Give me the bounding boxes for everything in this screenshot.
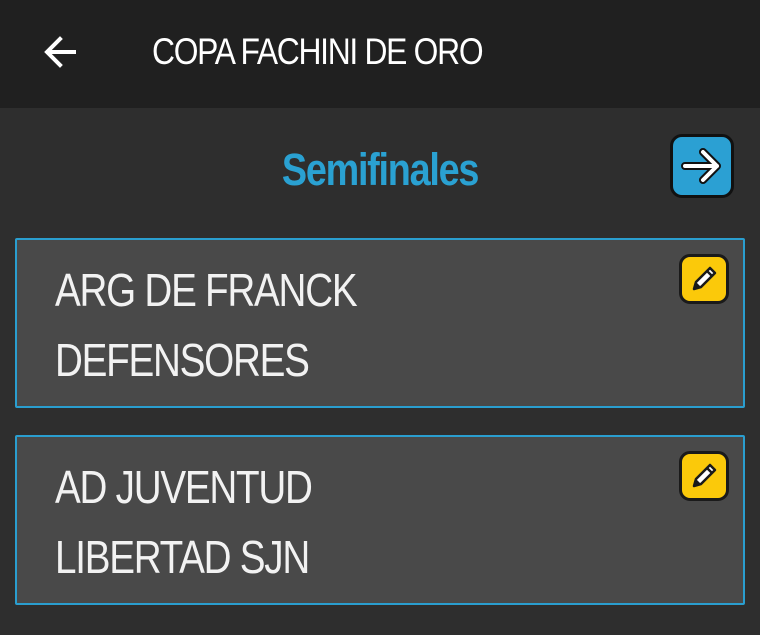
match-card[interactable]: AD JUVENTUD LIBERTAD SJN [15,435,745,605]
arrow-left-icon [44,36,76,68]
edit-match-button[interactable] [679,254,729,304]
pencil-icon [692,463,717,488]
match-card[interactable]: ARG DE FRANCK DEFENSORES [15,238,745,408]
next-round-button[interactable] [670,134,734,198]
home-team-name: AD JUVENTUD [55,461,313,513]
edit-match-button[interactable] [679,451,729,501]
arrow-right-icon [681,148,721,184]
pencil-icon [692,266,717,291]
away-team-name: DEFENSORES [55,334,310,386]
app-bar: COPA FACHINI DE ORO [0,0,760,108]
back-button[interactable] [36,28,84,76]
round-title: Semifinales [281,144,480,195]
home-team-name: ARG DE FRANCK [55,264,358,316]
page-title: COPA FACHINI DE ORO [152,31,484,72]
away-team-name: LIBERTAD SJN [55,531,310,583]
